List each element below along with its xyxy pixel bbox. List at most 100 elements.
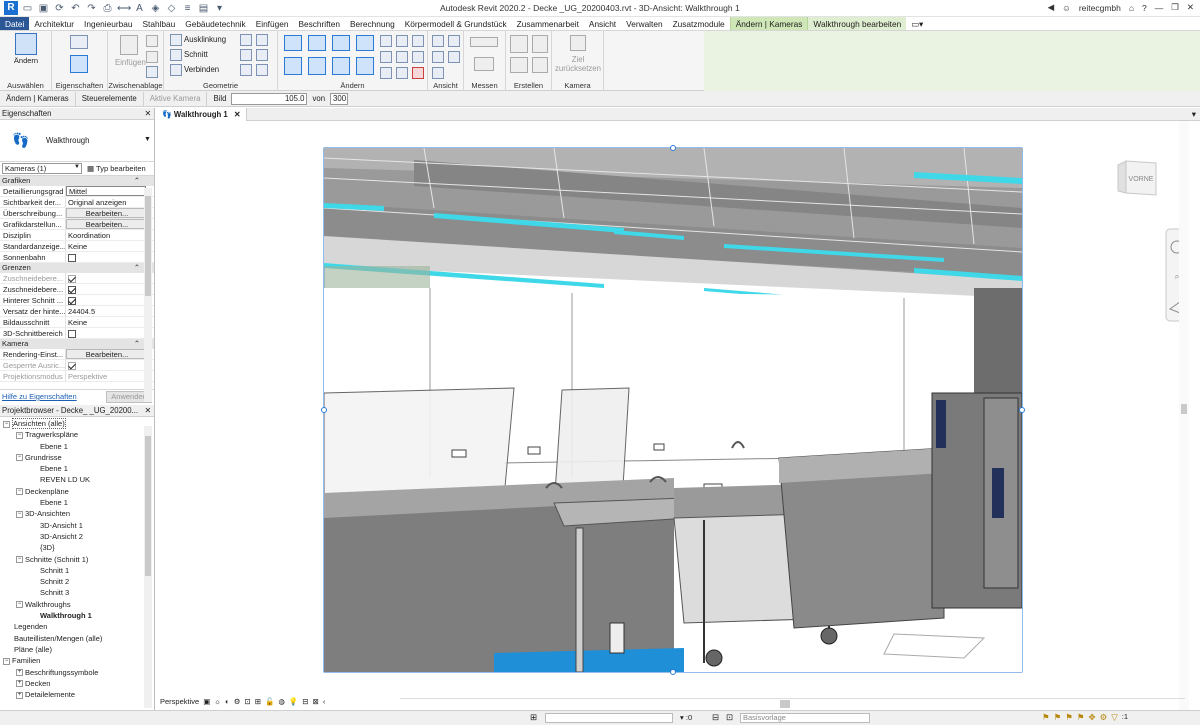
expand-icon[interactable]: + [16,680,23,688]
array-icon[interactable] [380,51,392,63]
override-icon[interactable] [448,51,460,63]
property-value[interactable]: Keine [66,241,154,251]
pin-icon[interactable] [412,35,424,47]
tree-node[interactable]: − Tragwerkspläne [3,429,154,440]
collapse-icon[interactable]: − [16,510,23,518]
type-properties-icon[interactable] [70,55,88,73]
tree-node[interactable]: Ebene 1 [3,441,154,452]
rotate-icon[interactable] [332,57,350,75]
tab-14[interactable]: Walkthrough bearbeiten [807,17,907,30]
tab-11[interactable]: Verwalten [621,17,667,30]
wall-joins-icon[interactable] [240,49,252,61]
tree-node[interactable]: Bauteillisten/Mengen (alle) [3,633,154,644]
show-crop-icon[interactable]: ⊞ [255,697,261,706]
match-icon[interactable] [146,66,158,78]
collapse-icon[interactable]: − [16,454,23,462]
tree-node[interactable]: − Schnitte (Schnitt 1) [3,554,154,565]
search-arrow-icon[interactable]: ◀ [1048,2,1055,13]
close-tab-icon[interactable]: ✕ [234,110,241,119]
align-icon[interactable] [284,35,302,51]
close-browser-icon[interactable]: ✕ [144,405,151,417]
reset-target-label[interactable]: Ziel zurücksetzen [554,55,602,73]
property-value[interactable]: Original anzeigen [66,197,154,207]
tab-6[interactable]: Beschriften [293,17,345,30]
tree-node[interactable]: Ebene 1 [3,497,154,508]
tree-node[interactable]: Schnitt 3 [3,587,154,598]
controls-label[interactable]: Steuerelemente [76,91,144,106]
sync-icon[interactable]: ⟳ [53,2,66,15]
similar-icon[interactable] [532,57,548,73]
visual-style-icon[interactable]: ▣ [203,697,210,706]
cart-icon[interactable]: ⌂ [1129,3,1134,13]
tab-4[interactable]: Gebäudetechnik [180,17,250,30]
paste-label[interactable]: Einfügen [115,58,146,67]
property-group[interactable]: Grafiken ⌃ [0,176,154,186]
scroll-left-icon[interactable]: ‹ [323,697,326,706]
hide-isolate-icon[interactable]: ◍ [278,697,285,706]
type-selector[interactable]: 👣 Walkthrough ▼ [0,120,154,162]
measure-icon[interactable]: ⟷ [117,2,131,15]
walkthrough-3d-view[interactable]: VORNE ⌕ [156,121,1189,710]
close-button[interactable]: ✕ [1187,2,1194,13]
cut-label[interactable]: Schnitt [184,50,208,59]
tab-7[interactable]: Berechnung [345,17,400,30]
paint-icon[interactable] [256,34,268,46]
create-group-icon[interactable] [510,57,528,73]
checkbox[interactable] [68,330,76,338]
tree-node[interactable]: Walkthrough 1 [3,610,154,621]
user-name[interactable]: reitecgmbh [1079,3,1121,13]
text-icon[interactable]: A [133,2,146,15]
tree-node[interactable]: − Ansichten (alle) [3,418,154,429]
tree-node[interactable]: − Deckenpläne [3,486,154,497]
tree-node[interactable]: Schnitt 2 [3,576,154,587]
tab-0[interactable]: Datei [0,17,30,30]
frame-input[interactable]: 105.0 [231,92,308,105]
expand-icon[interactable]: + [16,669,23,677]
tree-node[interactable]: 3D-Ansicht 2 [3,531,154,542]
scale-icon[interactable] [396,51,408,63]
collapse-icon[interactable]: − [3,657,10,665]
section-icon[interactable]: ◇ [165,2,178,15]
tree-node[interactable]: Schnitt 1 [3,565,154,576]
trim-icon[interactable] [356,57,374,75]
customize-icon[interactable]: ▾ [213,2,226,15]
tab-13[interactable]: Ändern | Kameras [729,17,808,30]
tree-node[interactable]: + Detailelemente [3,689,154,700]
shadows-icon[interactable]: ◐ [225,697,230,706]
join-label[interactable]: Verbinden [184,65,219,74]
collapse-icon[interactable]: ⌃ [134,339,140,349]
tree-node[interactable]: − Walkthroughs [3,599,154,610]
sun-path-icon[interactable]: ☼ [214,697,221,706]
trim-multi-icon[interactable] [380,67,392,79]
view-cube[interactable]: VORNE [1117,160,1157,196]
property-value[interactable] [66,284,154,294]
viewcube-face-label[interactable]: VORNE [1129,176,1154,183]
tree-node[interactable]: + Decken [3,678,154,689]
unlock-view-icon[interactable]: 🔓 [265,697,274,706]
unpin-icon[interactable] [412,51,424,63]
tree-node[interactable]: − Familien [3,655,154,666]
workset-dropdown[interactable] [545,713,673,723]
reveal-icon[interactable]: 💡 [289,697,298,706]
collapse-icon[interactable]: ⌃ [134,176,140,186]
property-value[interactable]: Mittel [66,186,146,196]
user-icon[interactable]: ☺ [1062,3,1071,13]
property-value[interactable]: Bearbeiten... [66,349,146,359]
tab-2[interactable]: Ingenieurbau [79,17,137,30]
cope-label[interactable]: Ausklinkung [184,35,226,44]
tree-node[interactable]: Pläne (alle) [3,644,154,655]
cope-icon[interactable] [170,34,182,46]
property-value[interactable] [66,295,154,305]
open-icon[interactable]: ▭ [21,2,34,15]
beam-icon[interactable] [240,64,252,76]
tab-8[interactable]: Körpermodell & Grundstück [400,17,512,30]
tab-5[interactable]: Einfügen [251,17,294,30]
background-process-icon[interactable]: ⚙ [1100,712,1108,723]
cut-geometry-icon[interactable] [170,49,182,61]
tab-9[interactable]: Zusammenarbeit [512,17,584,30]
copy-element-icon[interactable] [308,57,326,75]
tree-node[interactable]: 3D-Ansicht 1 [3,520,154,531]
tree-node[interactable]: −3D-Ansichten [3,508,154,519]
design-options-icon[interactable]: ⊟ [712,712,719,723]
browser-scrollbar[interactable] [144,426,152,708]
